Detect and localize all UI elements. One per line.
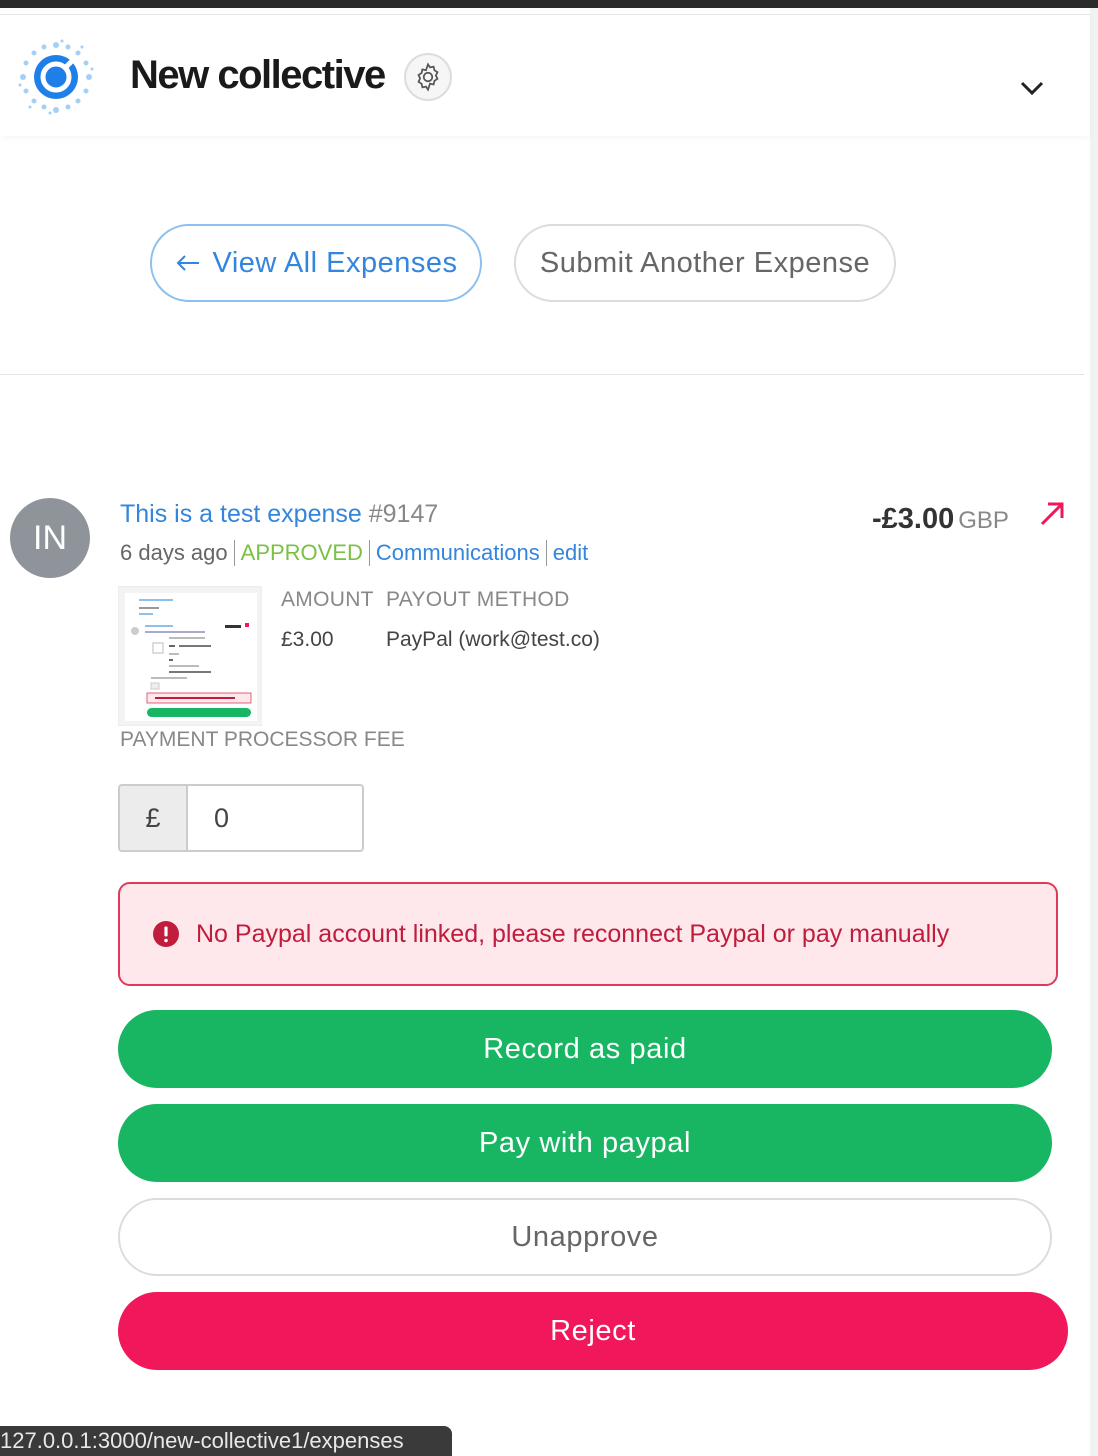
communications-link[interactable]: Communications bbox=[376, 540, 540, 566]
window-top-bar bbox=[0, 0, 1098, 8]
gear-icon[interactable] bbox=[404, 53, 452, 101]
collective-logo[interactable] bbox=[16, 37, 96, 117]
record-as-paid-label: Record as paid bbox=[483, 1032, 687, 1065]
submit-another-expense-button[interactable]: Submit Another Expense bbox=[514, 224, 896, 302]
collective-title[interactable]: New collective bbox=[130, 53, 386, 98]
payout-method-value: PayPal (work@test.co) bbox=[386, 628, 600, 651]
status-bar-url: 127.0.0.1:3000/new-collective1/expenses bbox=[0, 1426, 452, 1456]
paypal-error-alert: No Paypal account linked, please reconne… bbox=[118, 882, 1058, 986]
scrollbar-track[interactable] bbox=[1090, 8, 1098, 1456]
pay-with-paypal-button[interactable]: Pay with paypal bbox=[118, 1104, 1052, 1182]
reject-label: Reject bbox=[550, 1314, 636, 1347]
meta-separator bbox=[233, 540, 235, 566]
meta-separator bbox=[545, 540, 547, 566]
expense-id: #9147 bbox=[368, 500, 439, 528]
meta-separator bbox=[368, 540, 370, 566]
reject-button[interactable]: Reject bbox=[118, 1292, 1068, 1370]
amount-value: £3.00 bbox=[281, 628, 334, 651]
unapprove-button[interactable]: Unapprove bbox=[118, 1198, 1052, 1276]
arrow-left-icon bbox=[176, 255, 199, 271]
pay-with-paypal-label: Pay with paypal bbox=[478, 1126, 692, 1159]
expense-currency: GBP bbox=[958, 507, 1009, 534]
receipt-preview-image bbox=[125, 593, 257, 721]
expense-title-text[interactable]: This is a test expense bbox=[120, 500, 362, 528]
expense-age: 6 days ago bbox=[120, 540, 228, 565]
expense-meta: 6 days ago APPROVED Communications edit bbox=[120, 540, 588, 566]
chevron-down-icon[interactable] bbox=[1016, 71, 1048, 103]
amount-label: AMOUNT bbox=[281, 588, 374, 611]
view-all-expenses-label: View All Expenses bbox=[212, 246, 458, 279]
expense-total-amount: -£3.00 GBP bbox=[872, 503, 1009, 536]
collective-header: New collective bbox=[0, 14, 1090, 136]
error-icon bbox=[153, 921, 179, 947]
processor-fee-field[interactable]: 0 bbox=[188, 786, 362, 850]
expense-amount: -£3.00 bbox=[872, 503, 955, 535]
view-all-expenses-button[interactable]: View All Expenses bbox=[150, 224, 482, 302]
unapprove-label: Unapprove bbox=[511, 1220, 659, 1253]
record-as-paid-button[interactable]: Record as paid bbox=[118, 1010, 1052, 1088]
submit-another-expense-label: Submit Another Expense bbox=[539, 246, 871, 279]
section-divider bbox=[0, 374, 1084, 375]
receipt-thumbnail[interactable] bbox=[118, 586, 262, 726]
status-badge: APPROVED bbox=[240, 540, 363, 565]
expense-title[interactable]: This is a test expense #9147 bbox=[120, 500, 438, 529]
alert-message: No Paypal account linked, please reconne… bbox=[196, 919, 950, 948]
processor-fee-label: PAYMENT PROCESSOR FEE bbox=[120, 728, 405, 751]
processor-fee-input[interactable]: £ 0 bbox=[118, 784, 364, 852]
external-link-icon[interactable] bbox=[1036, 498, 1068, 530]
payout-method-label: PAYOUT METHOD bbox=[386, 588, 570, 611]
currency-prefix: £ bbox=[120, 786, 188, 850]
edit-link[interactable]: edit bbox=[553, 540, 588, 566]
avatar[interactable]: IN bbox=[10, 498, 90, 578]
